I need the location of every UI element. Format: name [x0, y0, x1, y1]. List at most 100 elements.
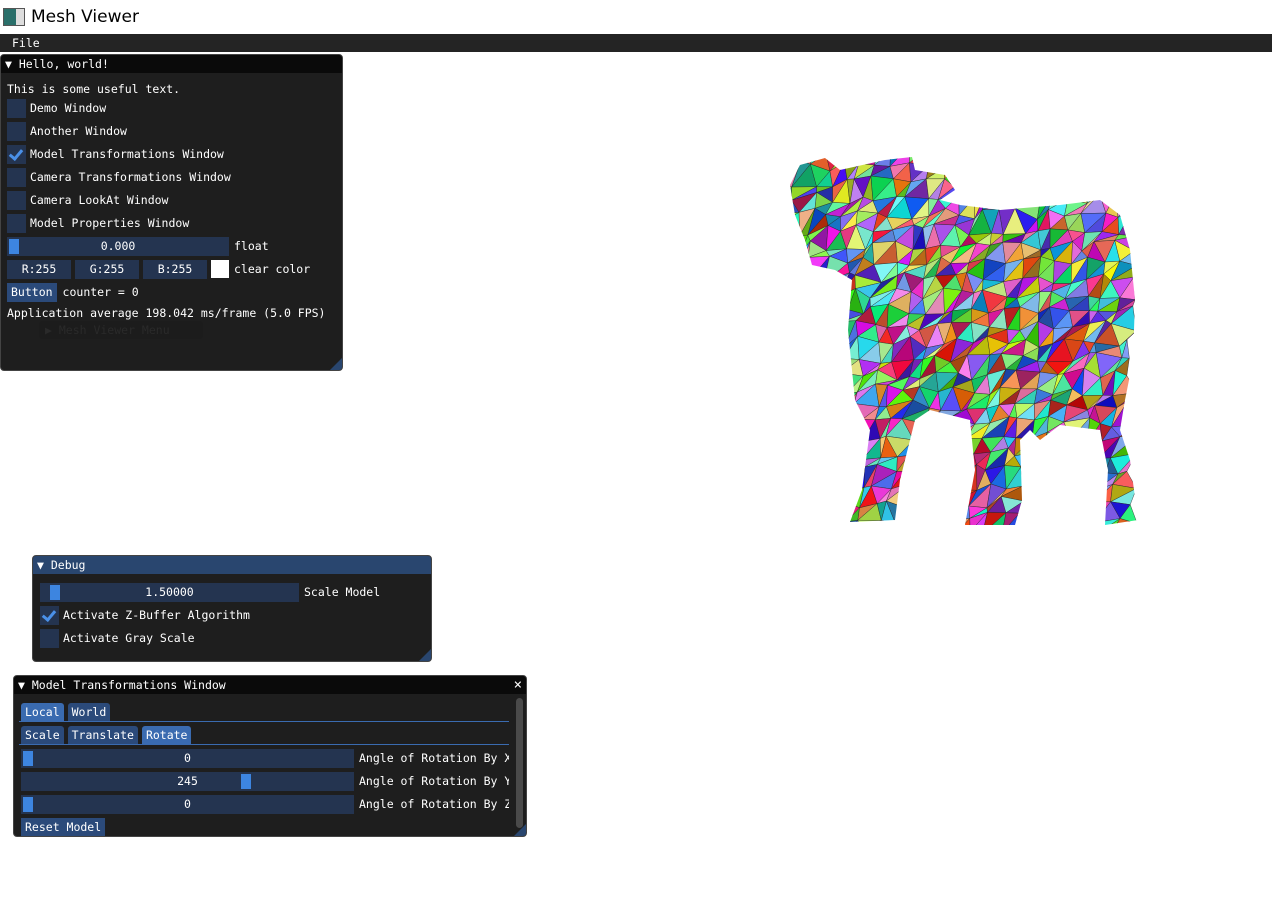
mesh-triangle [1023, 487, 1038, 508]
mesh-triangle [790, 483, 799, 507]
mesh-triangle [1080, 464, 1106, 485]
mesh-triangle [1014, 194, 1042, 209]
mesh-triangle [792, 404, 813, 428]
mesh-triangle [918, 518, 940, 525]
mesh-triangle [798, 288, 817, 309]
mesh-triangle [833, 464, 850, 491]
mesh-triangle [792, 338, 816, 356]
mesh-triangle [837, 439, 863, 449]
mesh-triangle [799, 367, 808, 385]
mesh-triangle [1115, 193, 1135, 218]
mesh-triangle [790, 341, 795, 358]
mesh-triangle [938, 497, 962, 524]
mesh-triangle [806, 450, 831, 473]
mesh-triangle [918, 440, 940, 455]
mesh-triangle [967, 181, 983, 198]
mesh-triangle [925, 423, 935, 443]
mesh-triangle [1117, 198, 1135, 218]
mesh-triangle [894, 507, 911, 523]
mesh-triangle [951, 497, 970, 522]
mesh-triangle [826, 321, 844, 345]
mesh-triangle [1079, 472, 1106, 491]
mesh-triangle [808, 450, 831, 473]
mesh-triangle [1032, 170, 1056, 188]
mesh-triangle [831, 521, 850, 525]
mesh-triangle [982, 195, 1011, 210]
mesh-triangle [928, 157, 946, 168]
mesh-triangle [1080, 455, 1100, 465]
mesh-triangle [938, 454, 961, 476]
mesh-triangle [790, 251, 802, 265]
mesh-triangle [815, 323, 828, 339]
mesh-triangle [790, 354, 800, 377]
mesh-triangle [873, 157, 891, 167]
mesh-triangle [1052, 481, 1073, 505]
mesh-triangle [799, 355, 808, 376]
mesh-triangle [790, 448, 792, 468]
mesh-triangle [1069, 484, 1090, 506]
mesh-triangle [1119, 424, 1138, 437]
mesh-triangle [859, 520, 882, 525]
mesh-triangle [954, 168, 973, 187]
mesh-triangle [815, 517, 830, 525]
mesh-triangle [795, 273, 816, 291]
mesh-triangle [797, 487, 816, 506]
mesh-triangle [951, 518, 971, 525]
mesh-triangle [958, 181, 976, 198]
mesh-triangle [1023, 513, 1041, 525]
mesh-triangle [806, 273, 824, 290]
mesh-triangle [1013, 164, 1035, 188]
mesh-triangle [908, 441, 927, 456]
mesh-triangle [1052, 178, 1066, 195]
mesh-triangle [1099, 184, 1119, 195]
mesh-triangle [791, 423, 809, 437]
mesh-triangle [944, 165, 959, 180]
mesh-triangle [826, 480, 840, 499]
mesh-triangle [790, 326, 795, 343]
mesh-triangle [830, 368, 842, 393]
mesh-triangle [822, 463, 850, 481]
mesh-triangle [918, 498, 943, 519]
mesh-triangle [1031, 183, 1054, 195]
mesh-triangle [967, 164, 994, 183]
mesh-triangle [1064, 178, 1081, 200]
mesh-triangle [904, 498, 920, 523]
mesh-triangle [816, 305, 833, 329]
mesh-triangle [1094, 518, 1121, 525]
mesh-triangle [993, 157, 1010, 165]
mesh-triangle [1052, 169, 1064, 185]
mesh-triangle [1063, 164, 1080, 180]
cow-mesh [790, 157, 1138, 525]
mesh-triangle [830, 439, 848, 451]
mesh-triangle [983, 186, 1011, 205]
mesh-triangle [1018, 157, 1041, 165]
mesh-triangle [1095, 157, 1111, 162]
mesh-triangle [1005, 186, 1015, 204]
mesh-triangle [938, 416, 955, 442]
mesh-triangle [807, 405, 832, 429]
mesh-triangle [814, 497, 830, 519]
mesh-triangle [957, 157, 978, 169]
mesh-triangle [1072, 464, 1082, 490]
mesh-triangle [941, 489, 962, 500]
mesh-triangle [806, 283, 827, 293]
mesh-triangle [790, 289, 797, 308]
mesh-triangle [805, 435, 825, 456]
mesh-triangle [792, 327, 817, 343]
mesh-triangle [910, 498, 920, 523]
mesh-triangle [790, 448, 798, 467]
mesh-triangle [800, 392, 818, 406]
mesh-triangle [1063, 157, 1090, 171]
mesh-triangle [1030, 513, 1054, 525]
mesh-triangle [1062, 453, 1087, 467]
mesh-triangle [790, 288, 799, 309]
mesh-triangle [826, 309, 849, 325]
mesh-triangle [837, 441, 863, 460]
mesh-triangle [790, 367, 801, 386]
mesh-triangle [790, 436, 792, 449]
mesh-triangle [830, 393, 847, 410]
mesh-triangle [801, 504, 816, 524]
mesh-triangle [1071, 504, 1089, 517]
mesh-triangle [790, 182, 793, 204]
mesh-triangle [1055, 157, 1068, 171]
